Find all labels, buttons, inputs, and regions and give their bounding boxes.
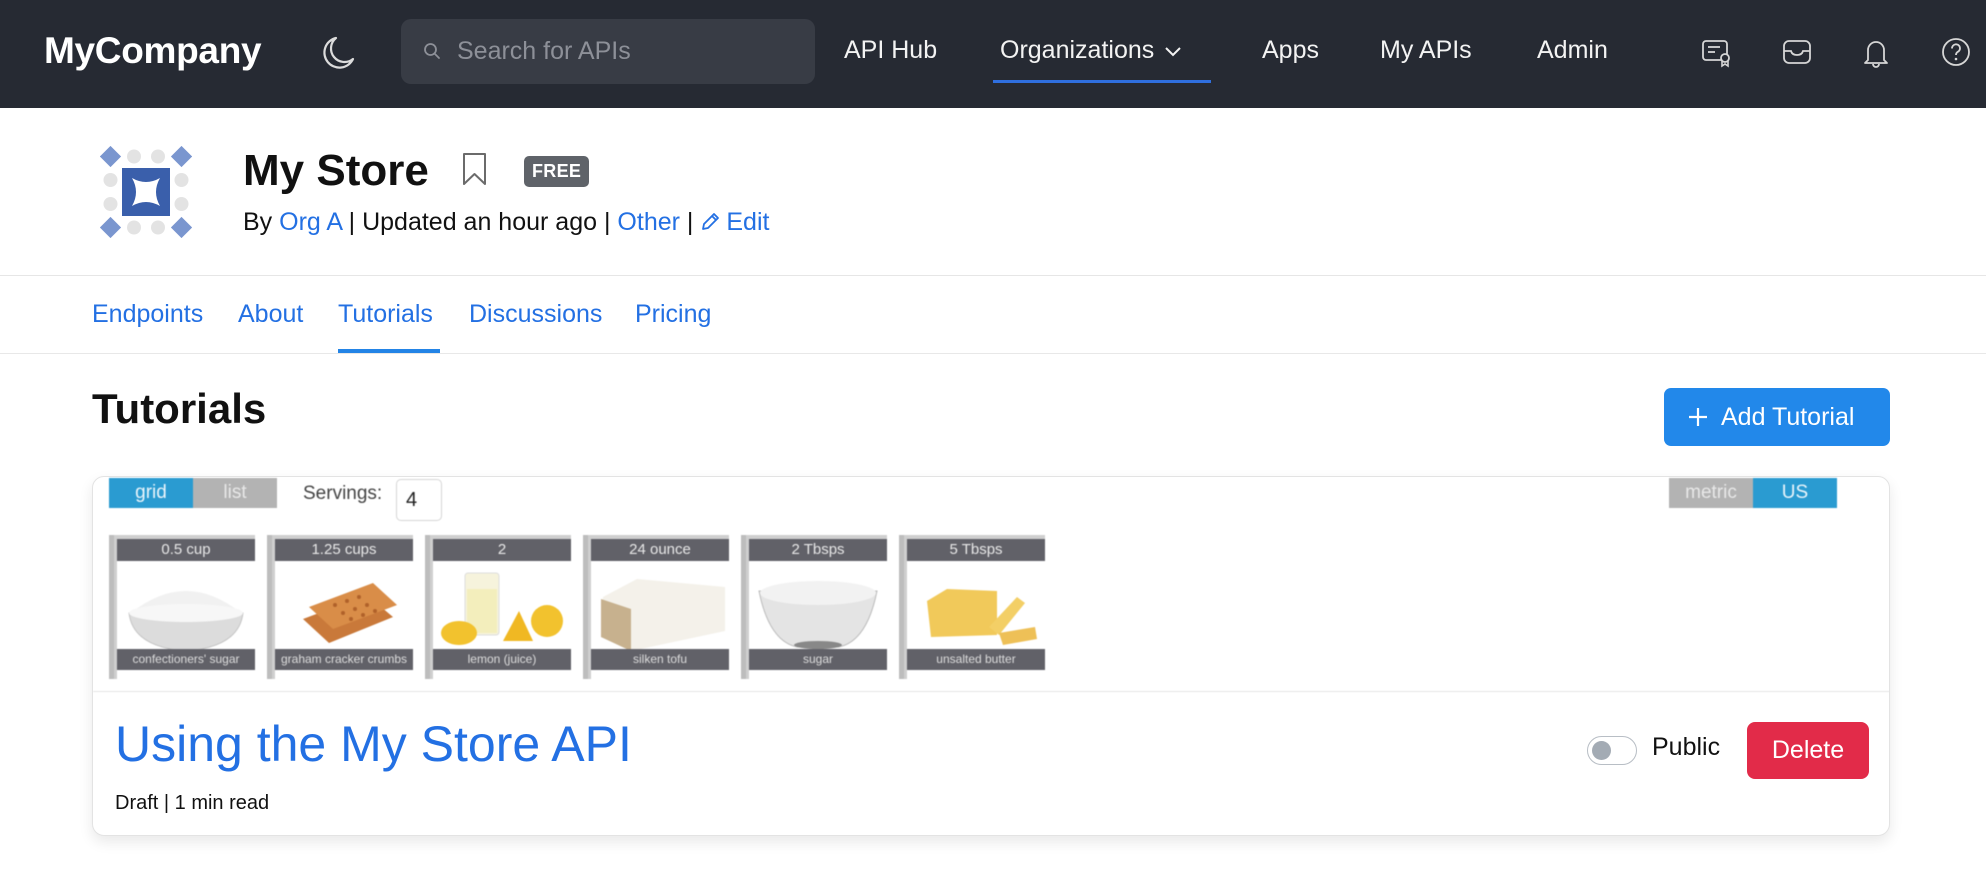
nav-organizations-label: Organizations — [1000, 36, 1155, 64]
help-icon[interactable] — [1940, 36, 1972, 68]
separator: | — [686, 208, 694, 236]
add-tutorial-label: Add Tutorial — [1721, 403, 1855, 431]
separator: | — [603, 208, 611, 236]
nav-my-apis[interactable]: My APIs — [1380, 36, 1472, 65]
inbox-icon[interactable] — [1781, 36, 1813, 68]
ingredient-image — [117, 561, 255, 659]
unit-toggle: metric US — [1669, 478, 1837, 508]
view-grid-button[interactable]: grid — [109, 478, 193, 508]
tab-tutorials[interactable]: Tutorials — [338, 300, 433, 329]
search-icon — [424, 43, 440, 59]
bell-icon[interactable] — [1860, 36, 1892, 68]
ingredient-footer — [749, 670, 887, 679]
nav-api-hub[interactable]: API Hub — [844, 36, 937, 65]
api-tabs: Endpoints About Tutorials Discussions Pr… — [0, 277, 1986, 354]
add-tutorial-button[interactable]: Add Tutorial — [1664, 388, 1890, 446]
tutorial-title-link[interactable]: Using the My Store API — [115, 715, 632, 773]
tab-discussions[interactable]: Discussions — [469, 300, 602, 329]
tutorial-card: grid list Servings: metric US 0.5 cup co… — [92, 476, 1890, 836]
ingredient-name: lemon (juice) — [433, 649, 571, 670]
tab-endpoints[interactable]: Endpoints — [92, 300, 203, 329]
separator: | — [348, 208, 356, 236]
tutorial-preview[interactable]: grid list Servings: metric US 0.5 cup co… — [93, 477, 1889, 692]
ingredient-name: graham cracker crumbs — [275, 649, 413, 670]
ingredient-qty: 0.5 cup — [117, 539, 255, 561]
tutorial-meta: Draft | 1 min read — [115, 792, 270, 814]
servings-label: Servings: — [303, 483, 383, 504]
ingredient-qty: 2 — [433, 539, 571, 561]
org-link[interactable]: Org A — [279, 208, 342, 236]
nav-organizations[interactable]: Organizations — [1000, 36, 1182, 65]
brand-logo[interactable]: MyCompany — [44, 30, 262, 72]
ingredient-card: 2 lemon (juice) — [425, 535, 571, 679]
ingredient-card: 1.25 cups graham cracker crumbs — [267, 535, 413, 679]
ingredient-name: confectioners' sugar — [117, 649, 255, 670]
unit-us-button[interactable]: US — [1753, 478, 1837, 508]
ingredient-qty: 2 Tbsps — [749, 539, 887, 561]
ingredient-card: 24 ounce silken tofu — [583, 535, 729, 679]
ingredient-image — [749, 561, 887, 659]
tab-pricing[interactable]: Pricing — [635, 300, 711, 329]
section-title: Tutorials — [92, 385, 267, 432]
api-logo — [100, 146, 192, 238]
public-label: Public — [1652, 733, 1721, 761]
top-navbar: MyCompany API Hub Organizations Apps My … — [0, 0, 1986, 108]
ingredient-qty: 1.25 cups — [275, 539, 413, 561]
by-label: By — [243, 208, 273, 236]
ingredient-card: 0.5 cup confectioners' sugar — [109, 535, 255, 679]
ingredient-image — [433, 561, 571, 659]
search-input[interactable] — [457, 19, 797, 84]
ingredient-footer — [275, 670, 413, 679]
edit-label: Edit — [726, 208, 770, 236]
ingredient-footer — [433, 670, 571, 679]
api-header: My Store FREE By Org A | Updated an hour… — [0, 108, 1986, 276]
unit-metric-button[interactable]: metric — [1669, 478, 1753, 508]
moon-icon[interactable] — [322, 35, 356, 71]
ingredient-image — [907, 561, 1045, 659]
pricing-badge: FREE — [524, 156, 590, 187]
ingredient-card: 2 Tbsps sugar — [741, 535, 887, 679]
chevron-down-icon — [1165, 47, 1181, 57]
active-tab-indicator — [338, 349, 440, 353]
ingredient-card: 5 Tbsps unsalted butter — [899, 535, 1045, 679]
ingredient-image — [591, 561, 729, 659]
certificate-icon[interactable] — [1701, 36, 1733, 68]
search-box[interactable] — [401, 19, 815, 84]
active-nav-indicator — [993, 80, 1211, 83]
view-list-button[interactable]: list — [193, 478, 277, 508]
category-link[interactable]: Other — [617, 208, 680, 236]
nav-apps[interactable]: Apps — [1262, 36, 1319, 65]
ingredient-name: unsalted butter — [907, 649, 1045, 670]
delete-button[interactable]: Delete — [1747, 722, 1869, 779]
toggle-knob — [1592, 741, 1611, 760]
servings-input[interactable] — [396, 479, 442, 521]
ingredient-name: silken tofu — [591, 649, 729, 670]
public-toggle[interactable] — [1587, 736, 1637, 765]
ingredient-footer — [117, 670, 255, 679]
ingredient-name: sugar — [749, 649, 887, 670]
ingredient-footer — [907, 670, 1045, 679]
updated-text: Updated an hour ago — [362, 208, 598, 236]
api-title: My Store — [243, 146, 429, 195]
plus-icon — [1689, 408, 1707, 426]
api-meta: By Org A | Updated an hour ago | Other |… — [243, 208, 769, 237]
edit-link[interactable]: Edit — [700, 208, 769, 236]
ingredient-qty: 24 ounce — [591, 539, 729, 561]
nav-admin[interactable]: Admin — [1537, 36, 1608, 65]
tab-about[interactable]: About — [238, 300, 303, 329]
ingredient-image — [275, 561, 413, 659]
pencil-icon — [702, 213, 720, 230]
ingredient-qty: 5 Tbsps — [907, 539, 1045, 561]
view-toggle: grid list — [109, 478, 277, 508]
ingredient-footer — [591, 670, 729, 679]
bookmark-icon[interactable] — [461, 152, 488, 187]
